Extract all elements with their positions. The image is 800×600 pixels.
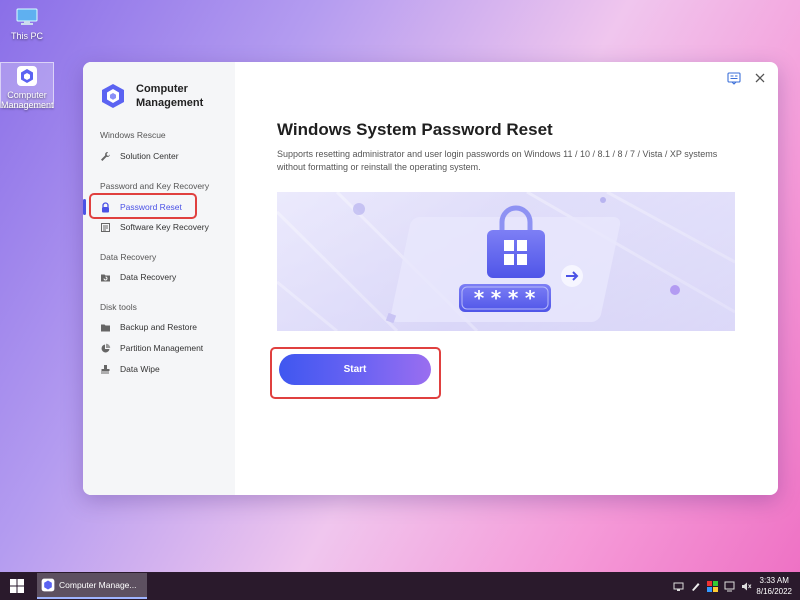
- app-logo-icon: [14, 65, 40, 87]
- sidebar-item-label: Partition Management: [120, 343, 204, 353]
- color-app-icon[interactable]: [706, 580, 718, 592]
- folder-recovery-icon: [100, 272, 111, 283]
- sidebar-item-partition-management[interactable]: Partition Management: [83, 338, 235, 358]
- desktop-icon-label: Computer Management: [1, 90, 54, 110]
- desktop-icon-computer-management[interactable]: Computer Management: [0, 62, 54, 110]
- feedback-icon: [727, 71, 741, 85]
- hero-illustration: ****: [277, 192, 735, 331]
- sidebar-item-label: Password Reset: [120, 202, 182, 212]
- app-title: Computer Management: [136, 83, 204, 109]
- clock-date: 8/16/2022: [756, 587, 792, 596]
- password-mask: ****: [473, 286, 542, 310]
- start-menu-button[interactable]: [0, 572, 34, 600]
- lock-icon: [100, 201, 111, 213]
- show-desktop-button[interactable]: [796, 572, 800, 600]
- section-title-data-recovery: Data Recovery: [100, 252, 157, 262]
- windows-logo-icon: [10, 579, 24, 593]
- app-logo-icon: [41, 578, 55, 592]
- window-controls: [726, 70, 768, 86]
- taskbar-item-computer-management[interactable]: Computer Manage...: [37, 573, 147, 599]
- desktop-icon-this-pc[interactable]: This PC: [0, 6, 54, 41]
- display-icon[interactable]: [723, 580, 735, 592]
- clock-time: 3:33 AM: [759, 576, 789, 585]
- main-panel: Windows System Password Reset Supports r…: [235, 62, 778, 495]
- sidebar-item-label: Backup and Restore: [120, 322, 198, 332]
- taskbar: Computer Manage... 3:33 AM 8/16/2022: [0, 572, 800, 600]
- page-title: Windows System Password Reset: [277, 120, 553, 139]
- sidebar-item-label: Data Wipe: [120, 364, 160, 374]
- wipe-icon: [100, 364, 111, 375]
- sidebar-item-password-reset[interactable]: Password Reset: [83, 197, 235, 217]
- sidebar-item-data-recovery[interactable]: Data Recovery: [83, 267, 235, 287]
- close-icon: [755, 73, 765, 83]
- page-description: Supports resetting administrator and use…: [277, 149, 718, 172]
- section-title-password-key-recovery: Password and Key Recovery: [100, 181, 210, 191]
- sidebar-item-backup-restore[interactable]: Backup and Restore: [83, 317, 235, 337]
- section-title-disk-tools: Disk tools: [100, 302, 137, 312]
- feedback-button[interactable]: [726, 70, 742, 86]
- system-tray: [672, 580, 752, 592]
- sidebar-item-label: Software Key Recovery: [120, 222, 209, 232]
- sidebar-item-label: Data Recovery: [120, 272, 177, 282]
- sidebar-item-software-key-recovery[interactable]: Software Key Recovery: [83, 217, 235, 237]
- section-title-windows-rescue: Windows Rescue: [100, 130, 166, 140]
- brand: Computer Management: [100, 82, 216, 110]
- monitor-icon: [14, 6, 40, 28]
- app-window: Computer Management Windows Rescue Solut…: [83, 62, 778, 495]
- password-reset-illustration: [277, 192, 735, 331]
- close-button[interactable]: [752, 70, 768, 86]
- taskbar-item-label: Computer Manage...: [59, 580, 137, 590]
- network-icon[interactable]: [672, 580, 684, 592]
- system-clock[interactable]: 3:33 AM 8/16/2022: [756, 575, 792, 597]
- pie-chart-icon: [100, 343, 111, 354]
- key-list-icon: [100, 222, 111, 233]
- volume-muted-icon[interactable]: [740, 580, 752, 592]
- sidebar-item-solution-center[interactable]: Solution Center: [83, 146, 235, 166]
- sidebar-item-label: Solution Center: [120, 151, 179, 161]
- app-logo-icon: [102, 84, 124, 108]
- sidebar: Computer Management Windows Rescue Solut…: [83, 62, 235, 495]
- wrench-icon: [100, 151, 111, 162]
- pen-icon[interactable]: [689, 580, 701, 592]
- sidebar-item-data-wipe[interactable]: Data Wipe: [83, 359, 235, 379]
- start-button[interactable]: Start: [279, 354, 431, 385]
- folder-icon: [100, 322, 111, 333]
- desktop-icon-label: This PC: [10, 31, 43, 41]
